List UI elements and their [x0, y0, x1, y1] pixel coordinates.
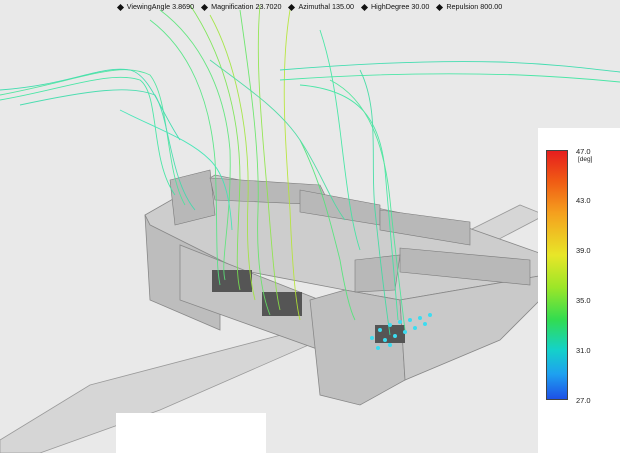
viewing-angle-readout: ViewingAngle 3.8690: [116, 0, 194, 14]
color-legend: [deg] 47.0 43.0 39.0 35.0 31.0 27.0: [538, 128, 620, 453]
legend-tick: 31.0: [576, 346, 591, 355]
legend-tick: 27.0: [576, 396, 591, 405]
legend-unit: [deg]: [578, 156, 593, 163]
streamline-scene: [0, 4, 620, 453]
bullet-icon: [436, 3, 444, 11]
legend-tick: 47.0: [576, 147, 591, 156]
3d-viewport[interactable]: ViewingAngle 3.8690 Magnification 23.702…: [0, 0, 620, 453]
bullet-icon: [116, 3, 124, 11]
azimuthal-readout: Azimuthal 135.00: [288, 0, 354, 14]
bullet-icon: [360, 3, 369, 11]
repulsion-readout: Repulsion 800.00: [436, 0, 502, 14]
blank-panel: [116, 413, 266, 453]
magnification-readout: Magnification 23.7020: [201, 0, 281, 14]
legend-tick: 35.0: [576, 296, 591, 305]
legend-color-bar: [546, 150, 568, 400]
legend-tick: 39.0: [576, 246, 591, 255]
legend-tick: 43.0: [576, 196, 591, 205]
bullet-icon: [201, 3, 209, 11]
building-front-right: [309, 289, 406, 406]
high-degree-readout: HighDegree 30.00: [360, 0, 429, 14]
view-parameters-bar: ViewingAngle 3.8690 Magnification 23.702…: [0, 0, 620, 14]
bullet-icon: [288, 3, 296, 11]
